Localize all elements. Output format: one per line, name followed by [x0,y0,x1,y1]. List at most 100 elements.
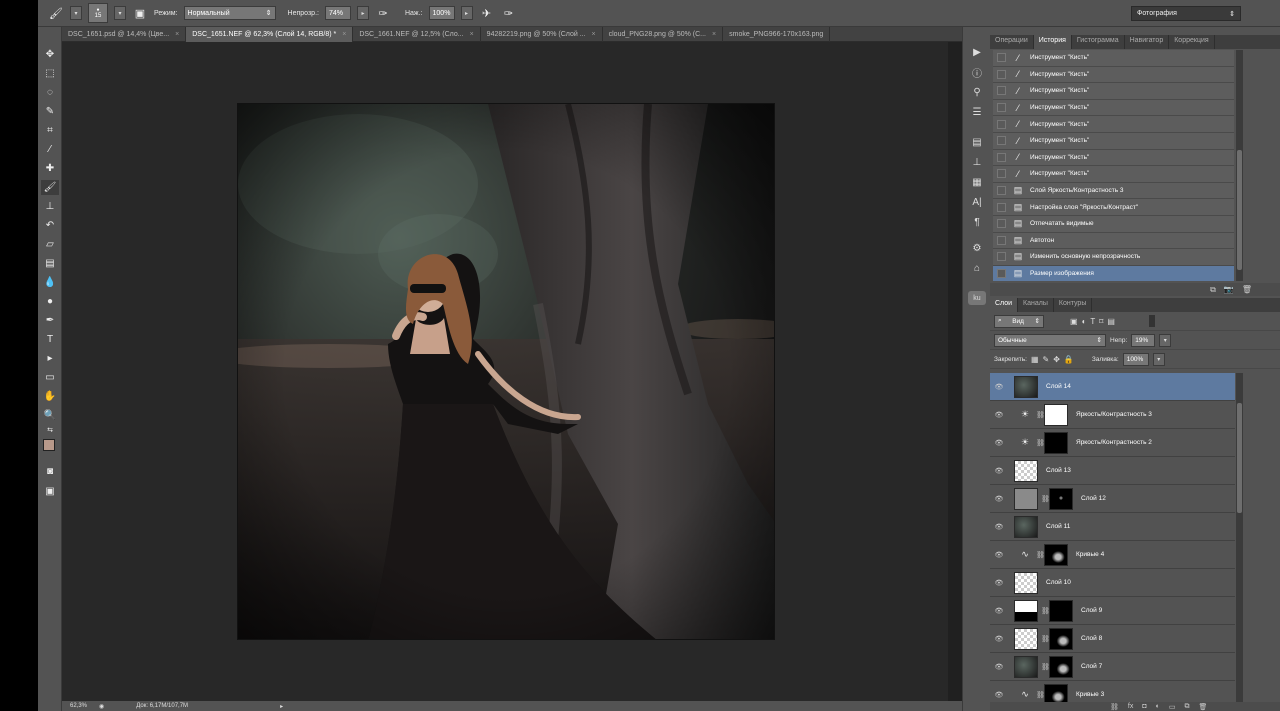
swap-colors-icon[interactable]: ⇆ [41,425,59,435]
brush-panel-icon[interactable]: ▣ [132,5,148,21]
layer-mask-thumbnail[interactable] [1049,655,1073,678]
filter-pixel-icon[interactable]: ▣ [1070,317,1078,326]
history-brush-source-checkbox[interactable] [997,69,1006,79]
layer-row[interactable]: 👁 ☀ ⛓ Яркость/Контрастность 3 [990,401,1235,429]
layer-row[interactable]: 👁 Слой 13 [990,457,1235,485]
document-tab[interactable]: cloud_PNG28.png @ 50% (C... × [603,27,724,42]
layer-opacity-dropdown[interactable]: ▾ [1159,333,1172,347]
history-brush-source-checkbox[interactable] [997,235,1006,245]
quick-select-tool-icon[interactable]: ✎ [41,104,59,119]
curves-icon[interactable]: ∿ [1014,689,1036,700]
layer-row[interactable]: 👁 ∿ ⛓ Кривые 4 [990,541,1235,569]
eraser-tool-icon[interactable]: ▱ [41,237,59,252]
layers-panel-tab[interactable]: Контуры [1054,298,1093,312]
lasso-tool-icon[interactable]: ◌ [41,85,59,100]
filter-shape-icon[interactable]: ⌑ [1099,317,1103,326]
pressure-size-icon[interactable]: ✑ [501,5,517,21]
history-state[interactable]: ▤ Слой Яркость/Контрастность 3 [993,182,1234,200]
document-tab[interactable]: DSC_1651.psd @ 14,4% (Цве... × [62,27,187,42]
blur-tool-icon[interactable]: 💧 [41,275,59,290]
brush-tool-icon[interactable]: 🖌 [48,5,64,21]
visibility-eye-icon[interactable]: 👁 [990,691,1008,699]
history-state[interactable]: ⁄ Инструмент "Кисть" [993,83,1234,100]
visibility-eye-icon[interactable]: 👁 [990,579,1008,587]
history-brush-source-checkbox[interactable] [997,269,1006,279]
history-state[interactable]: ▤ Изменить основную непрозрачность [993,249,1234,266]
history-state[interactable]: ▤ Отпечатать видимые [993,215,1234,233]
workspace-switcher[interactable]: Фотография ⇕ [1131,6,1241,21]
layer-row[interactable]: 👁 ☀ ⛓ Яркость/Контрастность 2 [990,429,1235,457]
history-panel-tab[interactable]: Коррекция [1169,35,1215,49]
visibility-eye-icon[interactable]: 👁 [990,439,1008,447]
visibility-eye-icon[interactable]: 👁 [990,495,1008,503]
crop-tool-icon[interactable]: ⌗ [41,123,59,138]
close-tab-icon[interactable]: × [470,31,474,38]
close-tab-icon[interactable]: × [592,31,596,38]
filter-adjustment-icon[interactable]: ◐ [1082,317,1087,326]
history-brush-source-checkbox[interactable] [997,186,1006,196]
zoom-level[interactable]: 62,3% [70,703,87,709]
new-document-from-state-icon[interactable]: ⧉ [1210,285,1216,295]
history-brush-source-checkbox[interactable] [997,103,1006,113]
mask-link-icon[interactable]: ⛓ [1036,691,1045,699]
properties-panel-icon[interactable]: ⚲ [968,85,986,99]
mask-link-icon[interactable]: ⛓ [1036,439,1045,447]
history-brush-source-checkbox[interactable] [997,136,1006,146]
history-brush-source-checkbox[interactable] [997,86,1006,96]
layer-thumbnail[interactable] [1014,627,1038,650]
paragraph-panel-icon[interactable]: ¶ [968,215,986,229]
layer-filter-select[interactable]: ⌕ Вид ⇕ [994,314,1044,328]
path-select-tool-icon[interactable]: ▸ [41,351,59,366]
filter-toggle[interactable] [1148,315,1155,327]
flow-field[interactable]: 100% [428,6,455,20]
history-brush-source-checkbox[interactable] [997,219,1006,229]
lock-position-icon[interactable]: ✥ [1053,355,1060,364]
filter-smart-object-icon[interactable]: ▤ [1107,317,1115,326]
brightness-contrast-icon[interactable]: ☀ [1014,437,1036,448]
layer-thumbnail[interactable] [1014,515,1038,538]
history-brush-tool-icon[interactable]: ↶ [41,218,59,233]
layer-thumbnail[interactable] [1014,655,1038,678]
pressure-opacity-icon[interactable]: ✑ [375,5,391,21]
document-tab[interactable]: DSC_1651.NEF @ 62,3% (Слой 14, RGB/8) * × [186,27,354,42]
history-brush-source-checkbox[interactable] [997,152,1006,162]
adjustments-panel-icon[interactable]: ☰ [968,105,986,119]
history-brush-source-checkbox[interactable] [997,252,1006,262]
brush-size-picker[interactable]: ● 15 [88,3,108,23]
new-group-icon[interactable]: ▭ [1169,703,1176,711]
layers-panel-tab[interactable]: Слои [990,298,1019,312]
delete-state-icon[interactable]: 🗑 [1242,285,1252,294]
history-state[interactable]: ⁄ Инструмент "Кисть" [993,99,1234,117]
lock-pixels-icon[interactable]: ✎ [1043,355,1050,364]
layer-thumbnail[interactable] [1014,599,1038,622]
history-panel-icon[interactable]: ▶ [968,45,986,59]
layer-mask-thumbnail[interactable] [1044,683,1068,703]
history-brush-source-checkbox[interactable] [997,169,1006,179]
history-state[interactable]: ▤ Размер изображения [993,265,1234,281]
visibility-eye-icon[interactable]: 👁 [990,411,1008,419]
layer-opacity-field[interactable]: 19% [1131,333,1156,347]
layer-mask-thumbnail[interactable] [1049,487,1073,510]
layer-style-icon[interactable]: fx [1128,703,1133,710]
mask-link-icon[interactable]: ⛓ [1041,635,1050,643]
character-panel-icon[interactable]: A| [968,195,986,209]
mask-link-icon[interactable]: ⛓ [1041,495,1050,503]
layer-mask-thumbnail[interactable] [1044,403,1068,426]
history-brush-source-checkbox[interactable] [997,202,1006,212]
layer-comps-icon[interactable]: ⚙ [968,241,986,255]
history-brush-source-checkbox[interactable] [997,119,1006,129]
history-scrollbar[interactable] [1236,50,1243,281]
layer-row[interactable]: 👁 Слой 11 [990,513,1235,541]
filter-type-icon[interactable]: T [1090,317,1095,326]
tool-presets-icon[interactable]: ⌂ [968,261,986,275]
delete-layer-icon[interactable]: 🗑 [1198,703,1207,711]
document-image[interactable] [237,103,775,640]
screen-mode-icon[interactable]: ▣ [41,484,59,499]
history-state[interactable]: ⁄ Инструмент "Кисть" [993,149,1234,167]
layer-mask-thumbnail[interactable] [1049,599,1073,622]
kuler-panel-icon[interactable]: ku [968,291,986,305]
history-state[interactable]: ⁄ Инструмент "Кисть" [993,166,1234,183]
history-panel-tab[interactable]: История [1033,35,1072,49]
layer-row[interactable]: 👁 ⛓ Слой 9 [990,597,1235,625]
history-state[interactable]: ⁄ Инструмент "Кисть" [993,66,1234,84]
